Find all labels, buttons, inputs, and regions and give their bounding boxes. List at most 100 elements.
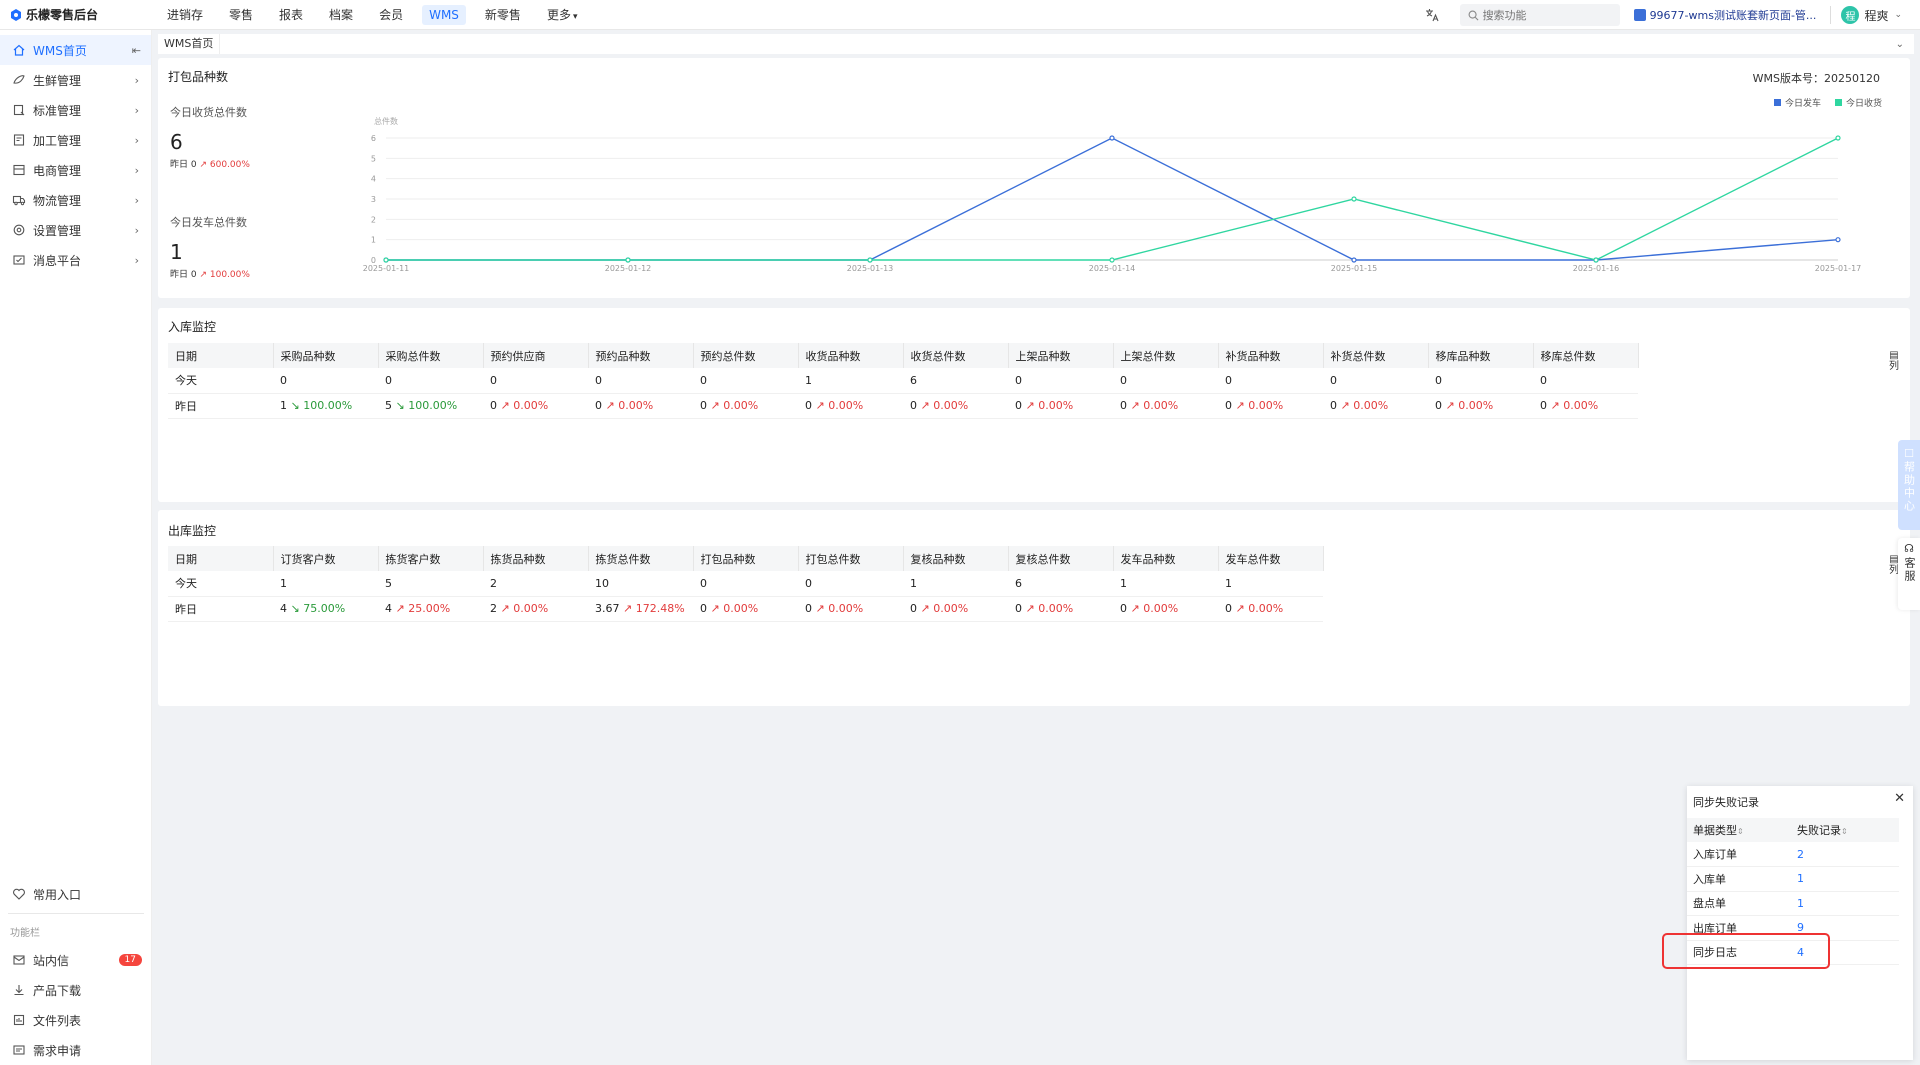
sidebar-item-favorites[interactable]: 常用入口: [0, 879, 152, 909]
column-header[interactable]: 发车品种数: [1113, 546, 1219, 571]
column-header[interactable]: 复核总件数: [1008, 546, 1114, 571]
cell-value: 0: [1435, 399, 1442, 412]
chevron-down-icon[interactable]: ⌄: [1896, 39, 1904, 50]
column-header[interactable]: 移库总件数: [1533, 343, 1639, 368]
column-label: 单据类型: [1693, 824, 1737, 837]
help-center-button[interactable]: ☐ 帮助中心: [1898, 440, 1920, 530]
y-tick-label: 4: [371, 175, 376, 184]
translate-icon[interactable]: [1424, 7, 1440, 23]
sidebar-item-process[interactable]: 加工管理 ›: [0, 125, 151, 155]
sort-icon[interactable]: ⇕: [1841, 827, 1848, 836]
column-header[interactable]: 发车总件数: [1218, 546, 1324, 571]
account-switcher[interactable]: 99677-wms测试账套新页面-管...: [1633, 7, 1816, 23]
column-header[interactable]: 移库品种数: [1428, 343, 1534, 368]
column-header[interactable]: 采购总件数: [378, 343, 484, 368]
column-header[interactable]: 订货客户数: [273, 546, 379, 571]
column-header[interactable]: 日期: [168, 546, 274, 571]
top-bar: 乐檬零售后台 进销存 零售 报表 档案 会员 WMS 新零售 更多▾ 99677…: [0, 0, 1920, 30]
fresh-icon: [13, 75, 25, 84]
cell-value: 0: [1015, 602, 1022, 615]
cell-value: 0: [1330, 399, 1337, 412]
y-tick-label: 3: [371, 195, 376, 204]
search-input[interactable]: [1482, 8, 1603, 22]
fail-count-link[interactable]: 1: [1791, 891, 1899, 916]
trend-up-icon: ↗: [1232, 602, 1249, 615]
nav-item-new-retail[interactable]: 新零售: [478, 3, 528, 26]
table-row: 入库单 1: [1687, 866, 1899, 892]
fail-count-link[interactable]: 1: [1791, 866, 1899, 892]
column-header[interactable]: 打包品种数: [693, 546, 799, 571]
legend-swatch: [1834, 99, 1842, 106]
sidebar-item-logistics[interactable]: 物流管理 ›: [0, 185, 151, 215]
sidebar-item-wms-home[interactable]: WMS首页 ⇤: [0, 35, 151, 65]
column-header[interactable]: 补货总件数: [1323, 343, 1429, 368]
column-header[interactable]: 拣货总件数: [588, 546, 694, 571]
sync-failure-panel: 同步失败记录 ✕ 单据类型⇕ 失败记录⇕ 入库订单 2 入库单 1 盘点单 1 出库订…: [1687, 786, 1913, 1060]
legend-item-ship[interactable]: 今日发车: [1773, 96, 1821, 109]
column-header[interactable]: 上架总件数: [1113, 343, 1219, 368]
legend-label: 今日收货: [1845, 99, 1882, 109]
nav-item-archives[interactable]: 档案: [322, 3, 360, 26]
sidebar-item-requests[interactable]: 需求申请: [0, 1035, 152, 1065]
column-header[interactable]: 预约供应商: [483, 343, 589, 368]
sidebar-item-ecommerce[interactable]: 电商管理 ›: [0, 155, 151, 185]
column-header[interactable]: 收货总件数: [903, 343, 1009, 368]
table-cell: 0: [1113, 368, 1218, 394]
tab-wms-home[interactable]: WMS首页: [158, 34, 221, 54]
nav-item-retail[interactable]: 零售: [222, 3, 260, 26]
column-label: 失败记录: [1797, 824, 1841, 837]
nav-item-reports[interactable]: 报表: [272, 3, 310, 26]
sync-column-header[interactable]: 单据类型⇕: [1687, 818, 1791, 842]
column-header[interactable]: 预约总件数: [693, 343, 799, 368]
data-point: [625, 257, 631, 263]
sidebar-item-files[interactable]: 文件列表: [0, 1005, 152, 1035]
legend-item-receive[interactable]: 今日收货: [1834, 96, 1882, 109]
column-header[interactable]: 日期: [168, 343, 274, 368]
column-toggle-button[interactable]: ▤ 列: [1888, 350, 1900, 372]
nav-item-inventory[interactable]: 进销存: [160, 3, 210, 26]
nav-item-wms[interactable]: WMS: [422, 4, 466, 25]
column-header[interactable]: 拣货品种数: [483, 546, 589, 571]
sidebar-item-messages[interactable]: 消息平台 ›: [0, 245, 151, 275]
inbound-panel: 入库监控 日期 采购品种数 采购总件数 预约供应商 预约品种数 预约总件数 收货品种数 收货总…: [158, 308, 1910, 502]
table-cell: 0 ↗ 0.00%: [1218, 596, 1323, 622]
column-header[interactable]: 复核品种数: [903, 546, 1009, 571]
sidebar-item-fresh[interactable]: 生鲜管理 ›: [0, 65, 151, 95]
nav-item-more[interactable]: 更多 ▾: [540, 3, 585, 26]
cell-value: 4: [385, 602, 392, 615]
sync-column-header[interactable]: 失败记录⇕: [1791, 818, 1899, 842]
column-header[interactable]: 采购品种数: [273, 343, 379, 368]
table-cell: 0 ↗ 0.00%: [1008, 596, 1113, 622]
trend-percent: 100.00%: [408, 399, 458, 412]
column-header[interactable]: 预约品种数: [588, 343, 694, 368]
y-tick-label: 1: [371, 236, 376, 245]
sort-icon[interactable]: ⇕: [1737, 827, 1744, 836]
column-header[interactable]: 上架品种数: [1008, 343, 1114, 368]
user-menu[interactable]: 程 程爽 ⌄: [1841, 6, 1902, 24]
column-header[interactable]: 拣货客户数: [378, 546, 484, 571]
y-tick-label: 2: [371, 215, 376, 224]
column-header[interactable]: 打包总件数: [798, 546, 904, 571]
column-header[interactable]: 补货品种数: [1218, 343, 1324, 368]
app-logo[interactable]: 乐檬零售后台: [0, 6, 150, 23]
collapse-sidebar-icon[interactable]: ⇤: [132, 44, 141, 57]
fail-count-link[interactable]: 2: [1791, 842, 1899, 867]
column-header[interactable]: 收货品种数: [798, 343, 904, 368]
customer-service-button[interactable]: ☊ 客服: [1898, 538, 1920, 610]
trend-up-icon: ↗: [707, 399, 724, 412]
chevron-right-icon: ›: [134, 253, 139, 267]
search-box[interactable]: [1459, 4, 1620, 26]
sidebar-item-standard[interactable]: 标准管理 ›: [0, 95, 151, 125]
sync-title: 同步失败记录: [1693, 796, 1759, 809]
sidebar-item-settings[interactable]: 设置管理 ›: [0, 215, 151, 245]
close-icon[interactable]: ✕: [1894, 791, 1905, 806]
table-cell: 0 ↗ 0.00%: [1533, 393, 1638, 419]
cell-value: 0: [700, 399, 707, 412]
trend-up-icon: ↗: [1127, 399, 1144, 412]
chevron-right-icon: ›: [134, 133, 139, 147]
ship-value: 1: [170, 240, 183, 264]
sidebar-item-downloads[interactable]: 产品下载: [0, 975, 152, 1005]
nav-item-members[interactable]: 会员: [372, 3, 410, 26]
trend-percent: 0.00%: [1353, 399, 1389, 412]
sidebar-item-inbox[interactable]: 站内信 17: [0, 945, 152, 975]
